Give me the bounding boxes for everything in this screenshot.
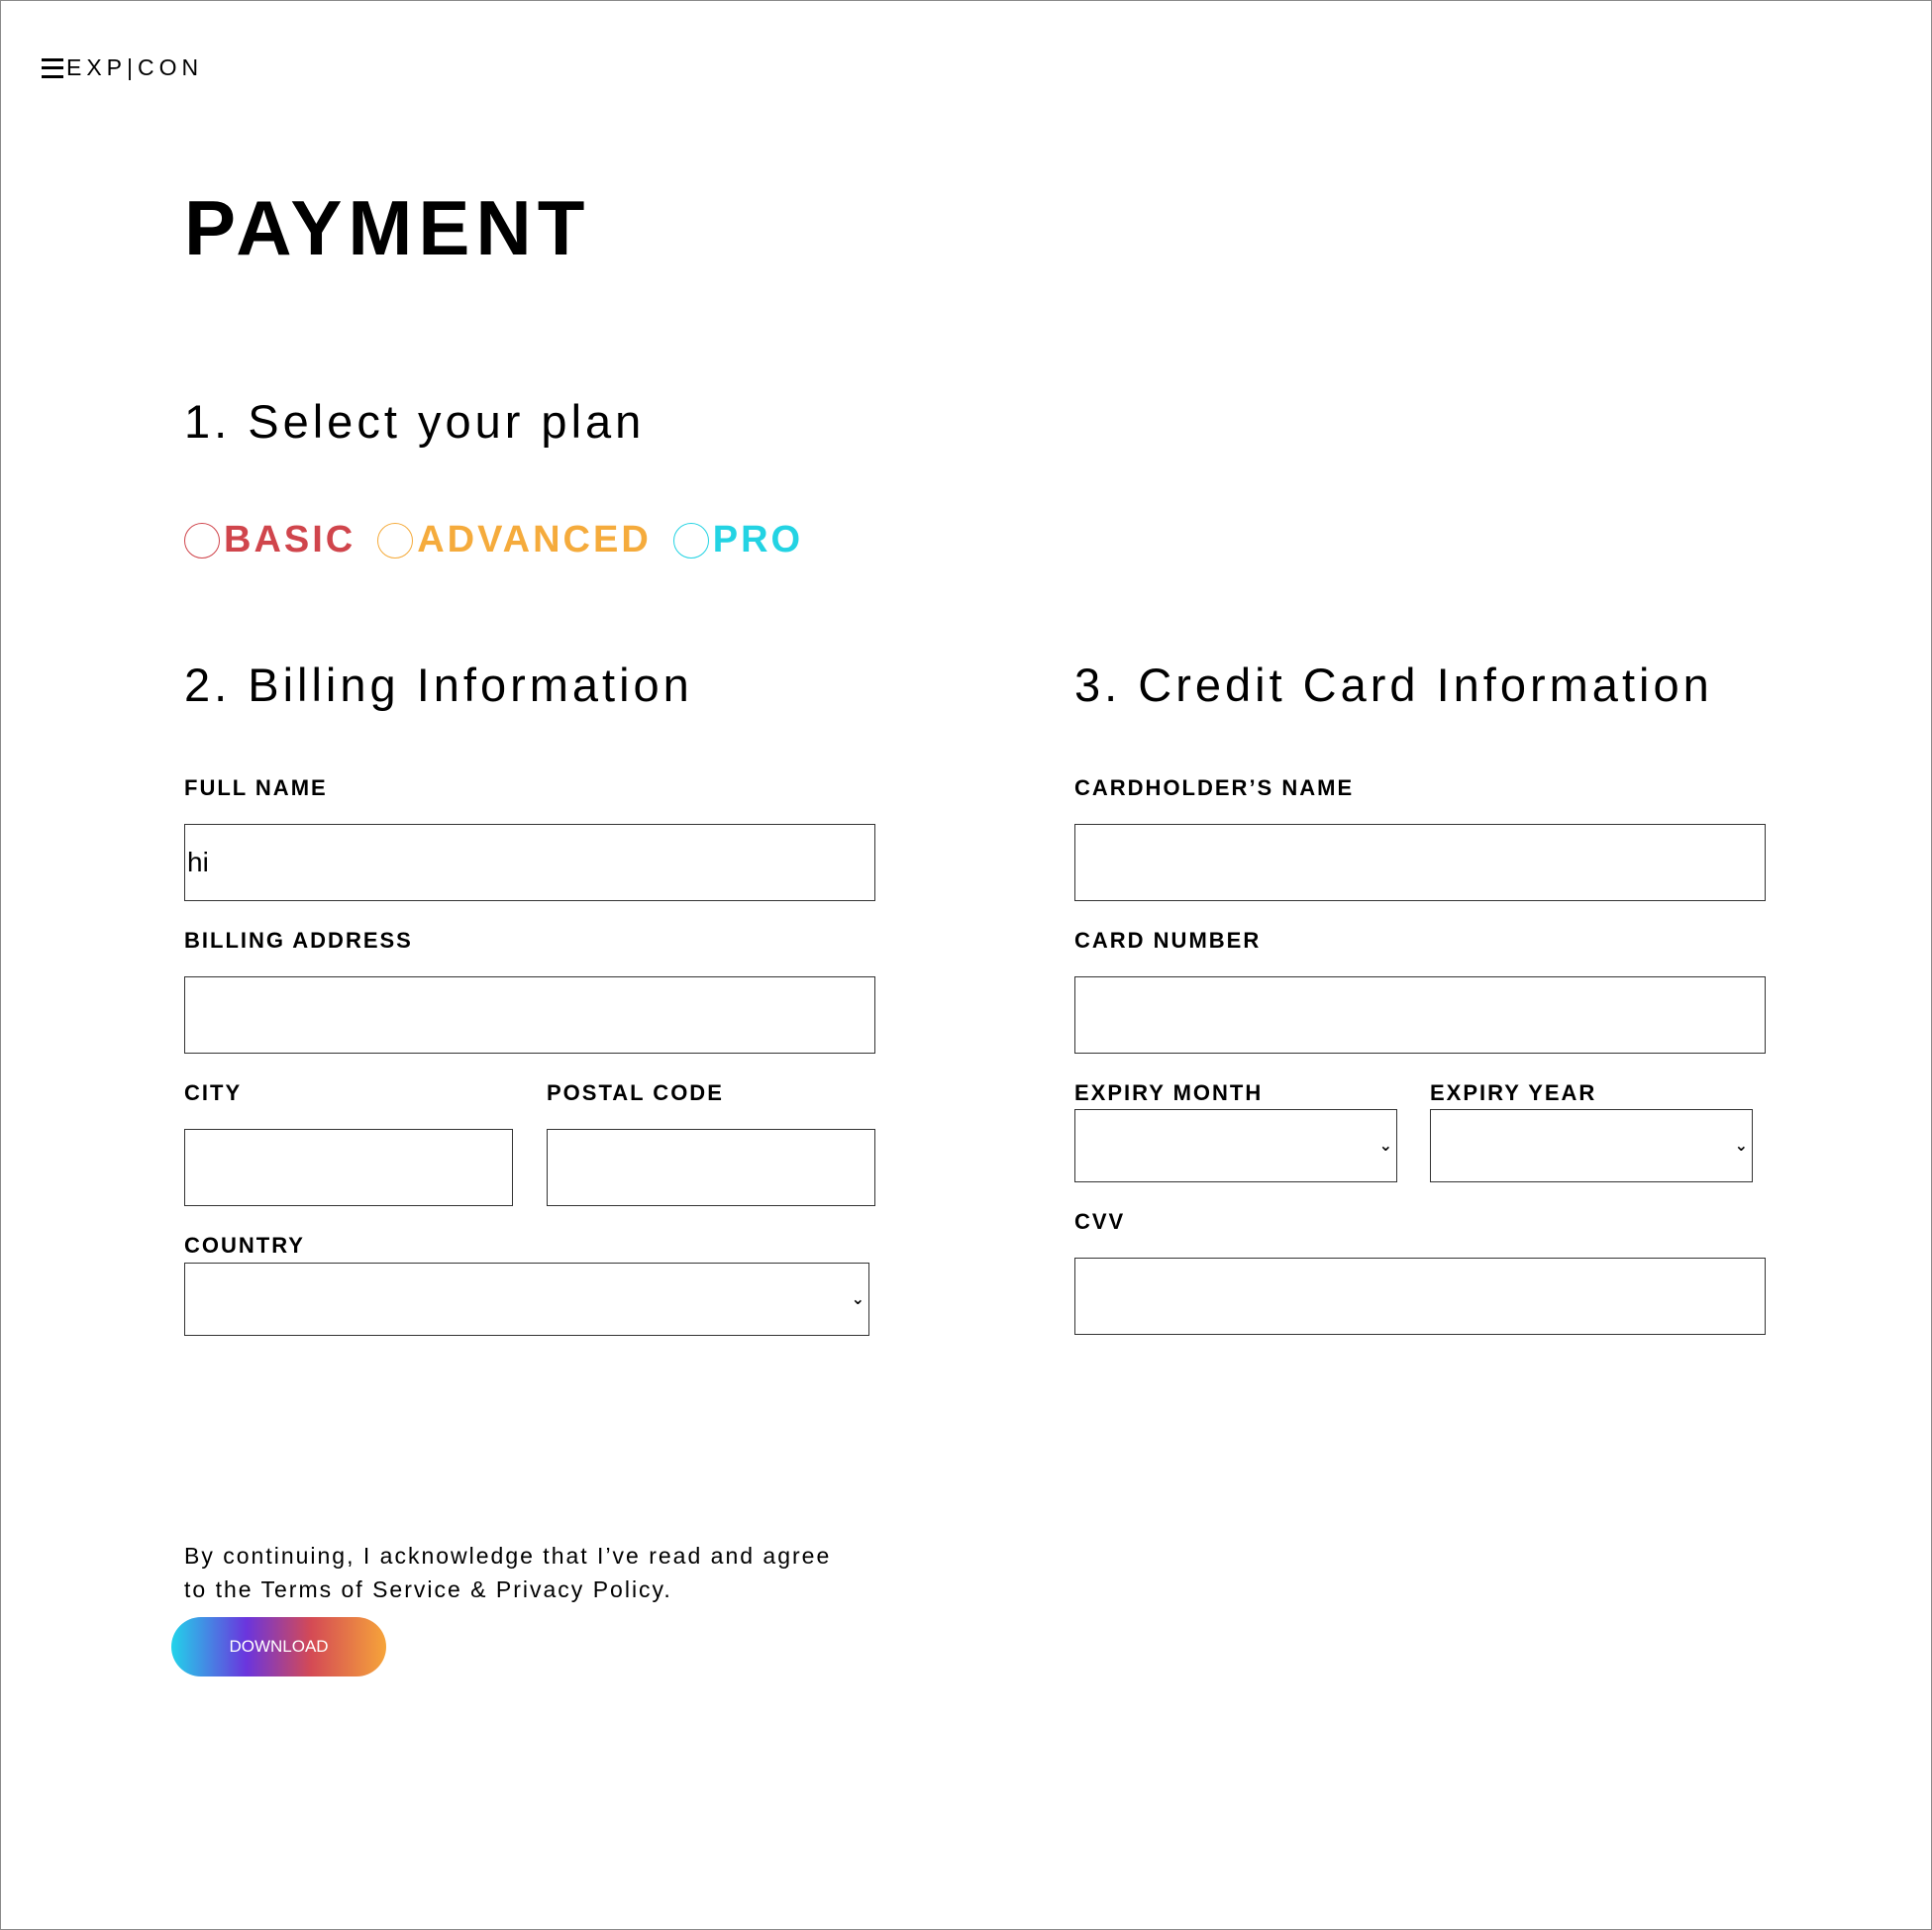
expiry-month-select[interactable]: ⌄	[1074, 1109, 1397, 1182]
plan-basic-option[interactable]: BASIC	[184, 519, 356, 561]
plan-pro-radio[interactable]	[672, 522, 709, 559]
consent-text: By continuing, I acknowledge that I’ve r…	[184, 1539, 831, 1606]
city-input[interactable]	[184, 1129, 513, 1206]
chevron-down-icon: ⌄	[1734, 1138, 1748, 1155]
consent-line-2: to the Terms of Service & Privacy Policy…	[184, 1576, 672, 1602]
billing-address-label: BILLING ADDRESS	[184, 928, 413, 953]
cvv-label: CVV	[1074, 1209, 1126, 1234]
full-name-input[interactable]	[184, 824, 875, 901]
postal-code-label: POSTAL CODE	[547, 1080, 724, 1105]
country-select[interactable]: ⌄	[184, 1263, 869, 1336]
download-button[interactable]: DOWNLOAD	[171, 1617, 386, 1676]
plan-basic-label: BASIC	[224, 519, 356, 560]
expiry-year-label: EXPIRY YEAR	[1430, 1080, 1597, 1105]
city-label: CITY	[184, 1080, 243, 1105]
country-label: COUNTRY	[184, 1233, 305, 1258]
hamburger-icon[interactable]	[42, 57, 63, 78]
billing-section-title: 2. Billing Information	[184, 659, 693, 711]
plan-advanced-label: ADVANCED	[417, 519, 652, 560]
billing-address-input[interactable]	[184, 976, 875, 1054]
card-section-title: 3. Credit Card Information	[1074, 659, 1713, 711]
logo[interactable]: EXP|CON	[42, 54, 203, 81]
chevron-down-icon: ⌄	[851, 1291, 864, 1308]
cvv-input[interactable]	[1074, 1258, 1766, 1335]
plan-advanced-radio[interactable]	[377, 522, 414, 559]
page-title: PAYMENT	[184, 184, 591, 271]
cardholder-name-label: CARDHOLDER’S NAME	[1074, 775, 1355, 800]
plan-basic-radio[interactable]	[184, 522, 220, 559]
expiry-year-select[interactable]: ⌄	[1430, 1109, 1753, 1182]
plan-advanced-option[interactable]: ADVANCED	[377, 519, 652, 561]
plan-section-title: 1. Select your plan	[184, 395, 646, 448]
plan-pro-option[interactable]: PRO	[672, 519, 804, 561]
card-number-input[interactable]	[1074, 976, 1766, 1054]
brand-name: EXP|CON	[66, 54, 204, 80]
plan-options: BASIC ADVANCED PRO	[184, 519, 825, 561]
card-number-label: CARD NUMBER	[1074, 928, 1262, 953]
plan-pro-label: PRO	[712, 519, 804, 560]
cardholder-name-input[interactable]	[1074, 824, 1766, 901]
postal-code-input[interactable]	[547, 1129, 875, 1206]
consent-line-1: By continuing, I acknowledge that I’ve r…	[184, 1543, 832, 1569]
expiry-month-label: EXPIRY MONTH	[1074, 1080, 1264, 1105]
full-name-label: FULL NAME	[184, 775, 328, 800]
chevron-down-icon: ⌄	[1378, 1138, 1392, 1155]
